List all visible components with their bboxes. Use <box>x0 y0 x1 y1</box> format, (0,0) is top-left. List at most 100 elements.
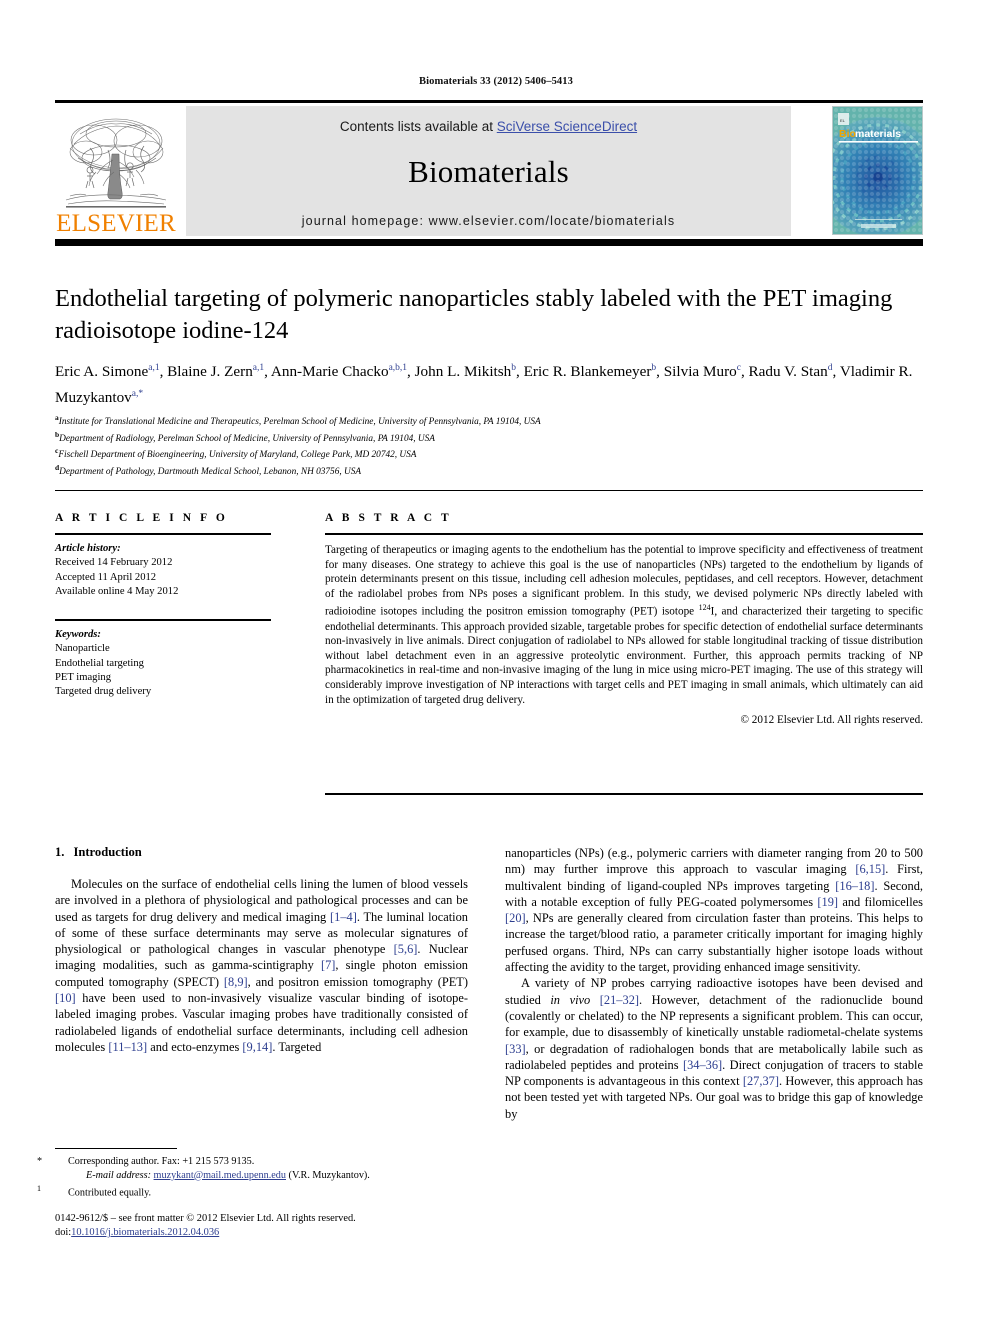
author-affiliation-mark: b <box>651 363 657 373</box>
affiliation-mark: b <box>55 429 60 439</box>
corresponding-author-mark: * <box>37 1156 43 1167</box>
author-affiliation-mark: a,* <box>131 389 144 400</box>
keyword-item: Endothelial targeting <box>55 657 144 669</box>
intro-paragraph-2: A variety of NP probes carrying radioact… <box>505 976 923 1121</box>
article-info-rule-1 <box>55 533 271 535</box>
keywords-block: Keywords: Nanoparticle Endothelial targe… <box>55 628 271 699</box>
corresponding-author-text: Corresponding author. Fax: +1 215 573 91… <box>68 1156 255 1167</box>
sciencedirect-link[interactable]: SciVerse ScienceDirect <box>497 119 637 134</box>
author-affiliation-mark: c <box>736 363 741 373</box>
author-name: Blaine J. Zern <box>167 363 253 381</box>
author-list: Eric A. Simonea,1, Blaine J. Zerna,1, An… <box>55 363 913 407</box>
body-column-right: nanoparticles (NPs) (e.g., polymeric car… <box>505 845 923 1122</box>
elsevier-logo: ELSEVIER <box>55 106 177 236</box>
citation-reference[interactable]: [34–36] <box>683 1058 722 1072</box>
citation-reference[interactable]: [10] <box>55 991 76 1005</box>
article-history-label: Article history: <box>55 543 121 554</box>
citation-reference[interactable]: [6,15] <box>855 862 885 876</box>
affiliation-item: dDepartment of Pathology, Dartmouth Medi… <box>55 463 362 478</box>
masthead-top-rule <box>55 100 923 103</box>
citation-reference[interactable]: [33] <box>505 1042 526 1056</box>
svg-text:materials: materials <box>855 128 901 140</box>
author-name: Ann-Marie Chacko <box>270 363 389 381</box>
citation-reference[interactable]: [16–18] <box>835 879 874 893</box>
article-info-rule-2 <box>55 619 271 622</box>
colophon: 0142-9612/$ – see front matter © 2012 El… <box>55 1212 485 1240</box>
citation-reference[interactable]: [27,37] <box>743 1074 779 1088</box>
citation-reference[interactable]: [9,14] <box>242 1040 272 1054</box>
section-number: 1. <box>55 845 65 859</box>
affiliation-item: aInstitute for Translational Medicine an… <box>55 413 541 428</box>
journal-cover-thumbnail: EL Bio materials <box>832 106 923 235</box>
affiliation-list: aInstitute for Translational Medicine an… <box>55 412 925 479</box>
contents-panel: Contents lists available at SciVerse Sci… <box>186 106 791 236</box>
affiliation-item: bDepartment of Radiology, Perelman Schoo… <box>55 429 435 444</box>
colophon-doi-line: doi:10.1016/j.biomaterials.2012.04.036 <box>55 1226 485 1240</box>
email-label: E-mail address: <box>86 1169 151 1181</box>
elsevier-wordmark: ELSEVIER <box>56 210 176 237</box>
citation-reference[interactable]: [19] <box>817 895 838 909</box>
affiliation-item: cFischell Department of Bioengineering, … <box>55 446 417 461</box>
author-affiliation-mark: b <box>511 363 517 373</box>
history-item: Accepted 11 April 2012 <box>55 571 157 583</box>
journal-homepage-line[interactable]: journal homepage: www.elsevier.com/locat… <box>186 214 791 228</box>
citation-reference[interactable]: [7] <box>321 958 335 972</box>
email-link[interactable]: muzykant@mail.med.upenn.edu <box>154 1170 286 1181</box>
author-name: Radu V. Stan <box>748 363 828 381</box>
equal-contribution-mark: 1 <box>37 1184 41 1194</box>
abstract-rule <box>325 533 923 535</box>
author-name: Silvia Muro <box>663 363 737 381</box>
info-band-top-rule <box>55 490 923 491</box>
email-suffix: (V.R. Muzykantov). <box>288 1169 370 1181</box>
citation-reference[interactable]: [20] <box>505 911 526 925</box>
contents-prefix: Contents lists available at <box>339 119 497 134</box>
journal-title: Biomaterials <box>408 154 569 189</box>
section-title: Introduction <box>73 845 142 859</box>
equal-contribution-text: Contributed equally. <box>68 1187 152 1199</box>
citation-reference[interactable]: [5,6] <box>394 942 418 956</box>
author-name: John L. Mikitsh <box>414 363 512 381</box>
article-info-column: A R T I C L E I N F O Article history: R… <box>55 512 271 700</box>
svg-text:EL: EL <box>840 118 846 123</box>
contents-lists-line: Contents lists available at SciVerse Sci… <box>186 119 791 134</box>
author-affiliation-mark: a,1 <box>252 363 265 373</box>
corresponding-author-note: * Corresponding author. Fax: +1 215 573 9… <box>37 1155 475 1169</box>
svg-text:Bio: Bio <box>839 128 856 140</box>
citation-reference[interactable]: [11–13] <box>108 1040 147 1054</box>
author-name: Eric A. Simone <box>55 363 149 381</box>
colophon-front-matter: 0142-9612/$ – see front matter © 2012 El… <box>55 1213 356 1224</box>
citation-reference[interactable]: [8,9] <box>224 975 248 989</box>
page-title: Endothelial targeting of polymeric nanop… <box>55 285 893 344</box>
article-info-heading: A R T I C L E I N F O <box>55 512 228 524</box>
abstract-column: A B S T R A C T Targeting of therapeutic… <box>325 512 923 726</box>
keyword-item: PET imaging <box>55 672 112 684</box>
history-item: Available online 4 May 2012 <box>55 585 179 597</box>
intro-paragraph-1: Molecules on the surface of endothelial … <box>55 877 469 1054</box>
article-page: Biomaterials 33 (2012) 5406–5413 ELSEVIE… <box>0 0 992 1323</box>
citation-reference[interactable]: [1–4] <box>330 910 357 924</box>
keyword-item: Nanoparticle <box>55 643 110 655</box>
keywords-label: Keywords: <box>55 629 101 641</box>
affiliation-mark: a <box>55 413 59 422</box>
email-note: E-mail address: muzykant@mail.med.upenn.… <box>55 1169 475 1183</box>
body-column-left: 1. Introduction Molecules on the surface … <box>55 845 468 1055</box>
affiliation-mark: d <box>55 463 60 473</box>
author-affiliation-mark: d <box>827 363 833 373</box>
doi-label: doi: <box>55 1227 72 1238</box>
citation-reference[interactable]: [21–32] <box>600 993 639 1007</box>
isotope-superscript: 124 <box>698 603 711 613</box>
masthead-bottom-rule <box>55 239 923 246</box>
author-name: Eric R. Blankemeyer <box>523 363 652 381</box>
elsevier-tree-icon <box>60 114 172 210</box>
affiliation-mark: c <box>55 446 59 456</box>
keyword-item: Targeted drug delivery <box>55 686 152 698</box>
footnote-block: * Corresponding author. Fax: +1 215 573 9… <box>37 1155 475 1200</box>
abstract-copyright: © 2012 Elsevier Ltd. All rights reserved… <box>740 714 924 727</box>
journal-masthead: ELSEVIER Contents lists available at Sci… <box>55 104 923 236</box>
footnote-rule <box>55 1148 177 1149</box>
doi-link[interactable]: 10.1016/j.biomaterials.2012.04.036 <box>71 1227 219 1238</box>
intro-paragraph-1-cont: nanoparticles (NPs) (e.g., polymeric car… <box>505 846 923 975</box>
abstract-text: Targeting of therapeutics or imaging age… <box>325 544 923 706</box>
history-item: Received 14 February 2012 <box>55 557 173 569</box>
abstract-heading: A B S T R A C T <box>325 512 452 524</box>
